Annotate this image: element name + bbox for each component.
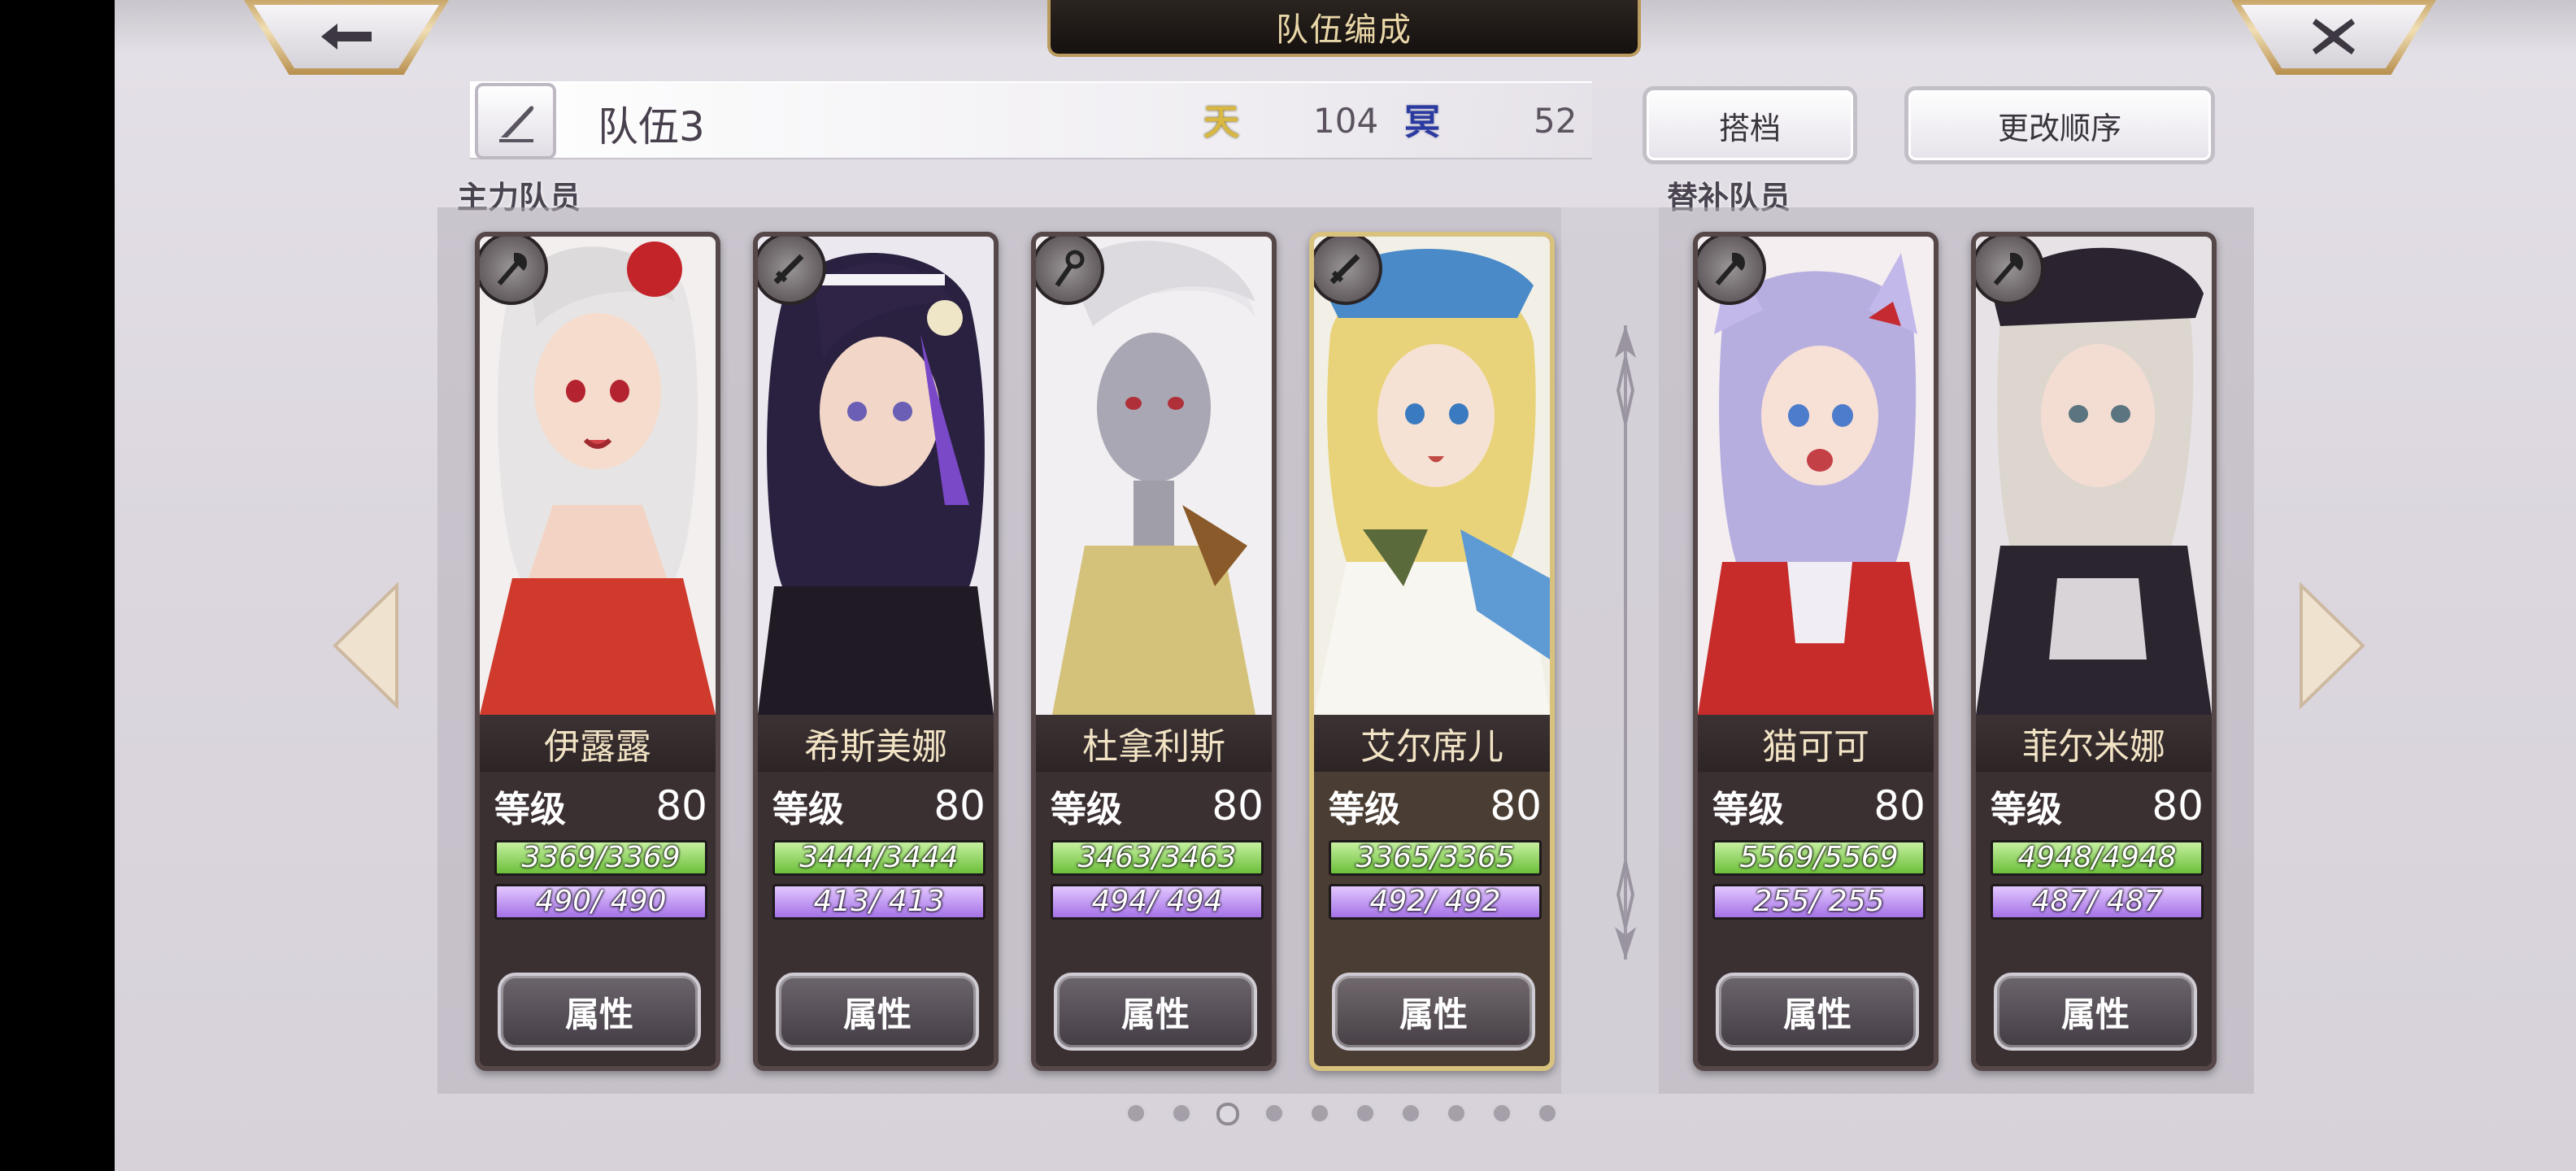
member-name: 杜拿利斯: [1036, 715, 1272, 772]
page-dot[interactable]: [1309, 1103, 1330, 1124]
mp-bar: 487/ 487: [1991, 884, 2204, 920]
heaven-cost-value: 104: [1313, 101, 1379, 141]
level-value: 80: [933, 782, 986, 829]
screen-left-edge: [0, 0, 115, 1171]
character-portrait: [480, 237, 716, 715]
level-value: 80: [1490, 782, 1542, 829]
page-dot[interactable]: [1355, 1103, 1376, 1124]
level-label: 等级: [772, 789, 844, 830]
member-card[interactable]: 菲尔米娜 等级 80 4948/4948 487/ 487 属性: [1971, 232, 2217, 1071]
member-card[interactable]: 伊露露 等级 80 3369/3369 490/ 490 属性: [475, 232, 720, 1071]
attribute-button[interactable]: 属性: [1716, 973, 1919, 1051]
hp-bar: 3444/3444: [772, 840, 986, 876]
staff-icon: [1036, 237, 1104, 305]
close-button-face: [2241, 5, 2426, 68]
partner-button[interactable]: 搭档: [1643, 86, 1857, 164]
member-card-leader[interactable]: 艾尔席儿 等级 80 3365/3365 492/ 492 属性: [1309, 232, 1555, 1071]
level-value: 80: [2152, 782, 2204, 829]
member-name: 猫可可: [1698, 715, 1934, 772]
divider-ornament-top: [1615, 325, 1636, 423]
level-value: 80: [655, 782, 707, 829]
attribute-button[interactable]: 属性: [1054, 973, 1257, 1051]
team-formation-screen: 队伍编成 队伍3 天 104 冥 52 搭档 更改顺序 主力队员 替补队员 伊露…: [0, 0, 2576, 1171]
hp-bar: 3365/3365: [1329, 840, 1542, 876]
hp-bar: 3369/3369: [494, 840, 707, 876]
level-row: 等级 80: [1991, 781, 2204, 830]
member-name: 艾尔席儿: [1314, 715, 1550, 772]
mp-bar: 490/ 490: [494, 884, 707, 920]
level-value: 80: [1212, 782, 1264, 829]
hell-cost-value: 52: [1534, 101, 1577, 141]
level-label: 等级: [494, 789, 566, 830]
page-dot[interactable]: [1400, 1103, 1421, 1124]
page-dot[interactable]: [1446, 1103, 1467, 1124]
hp-bar: 4948/4948: [1991, 840, 2204, 876]
prev-page-arrow[interactable]: [329, 582, 407, 709]
page-indicator: [1125, 1103, 1558, 1125]
mp-bar: 255/ 255: [1712, 884, 1925, 920]
arrow-left-icon: [321, 24, 372, 50]
level-row: 等级 80: [1712, 781, 1925, 830]
mp-bar: 492/ 492: [1329, 884, 1542, 920]
back-button[interactable]: [244, 0, 449, 75]
axe-icon: [1698, 237, 1766, 305]
page-dot[interactable]: [1491, 1103, 1512, 1124]
character-portrait: [758, 237, 994, 715]
page-title: 队伍编成: [1047, 0, 1641, 57]
level-label: 等级: [1712, 789, 1784, 830]
character-portrait: [1314, 237, 1550, 715]
page-dot[interactable]: [1171, 1103, 1192, 1124]
level-label: 等级: [1051, 789, 1122, 830]
member-name: 伊露露: [480, 715, 716, 772]
sword-icon: [758, 237, 826, 305]
level-value: 80: [1873, 782, 1925, 829]
attribute-button[interactable]: 属性: [776, 973, 979, 1051]
character-portrait: [1036, 237, 1272, 715]
member-card[interactable]: 猫可可 等级 80 5569/5569 255/ 255 属性: [1693, 232, 1939, 1071]
page-dot[interactable]: [1125, 1103, 1147, 1124]
axe-icon: [480, 237, 548, 305]
level-row: 等级 80: [494, 781, 707, 830]
character-portrait: [1976, 237, 2212, 715]
feather-pen-icon: [499, 106, 534, 142]
close-button[interactable]: [2231, 0, 2436, 75]
level-label: 等级: [1329, 789, 1400, 830]
page-dot-current[interactable]: [1216, 1103, 1239, 1125]
heaven-cost-icon: 天: [1203, 102, 1239, 143]
rename-team-button[interactable]: [475, 83, 556, 159]
reorder-button[interactable]: 更改顺序: [1904, 86, 2215, 164]
page-dot[interactable]: [1264, 1103, 1285, 1124]
attribute-button[interactable]: 属性: [498, 973, 701, 1051]
member-card[interactable]: 希斯美娜 等级 80 3444/3444 413/ 413 属性: [753, 232, 999, 1071]
attribute-button[interactable]: 属性: [1994, 973, 2197, 1051]
mp-bar: 494/ 494: [1051, 884, 1264, 920]
hp-bar: 3463/3463: [1051, 840, 1264, 876]
character-portrait: [1698, 237, 1934, 715]
divider-ornament-bottom: [1615, 862, 1636, 960]
hell-cost-icon: 冥: [1404, 102, 1440, 143]
level-row: 等级 80: [1329, 781, 1542, 830]
back-button-face: [254, 5, 439, 68]
team-name: 队伍3: [598, 103, 705, 150]
level-row: 等级 80: [772, 781, 986, 830]
close-icon: [2313, 19, 2355, 54]
member-name: 希斯美娜: [758, 715, 994, 772]
hp-bar: 5569/5569: [1712, 840, 1925, 876]
mp-bar: 413/ 413: [772, 884, 986, 920]
level-label: 等级: [1991, 789, 2062, 830]
axe-icon: [1976, 237, 2044, 305]
level-row: 等级 80: [1051, 781, 1264, 830]
next-page-arrow[interactable]: [2291, 582, 2369, 709]
sword-icon: [1314, 237, 1382, 305]
attribute-button[interactable]: 属性: [1332, 973, 1535, 1051]
member-name: 菲尔米娜: [1976, 715, 2212, 772]
member-card[interactable]: 杜拿利斯 等级 80 3463/3463 494/ 494 属性: [1031, 232, 1277, 1071]
page-dot[interactable]: [1537, 1103, 1558, 1124]
